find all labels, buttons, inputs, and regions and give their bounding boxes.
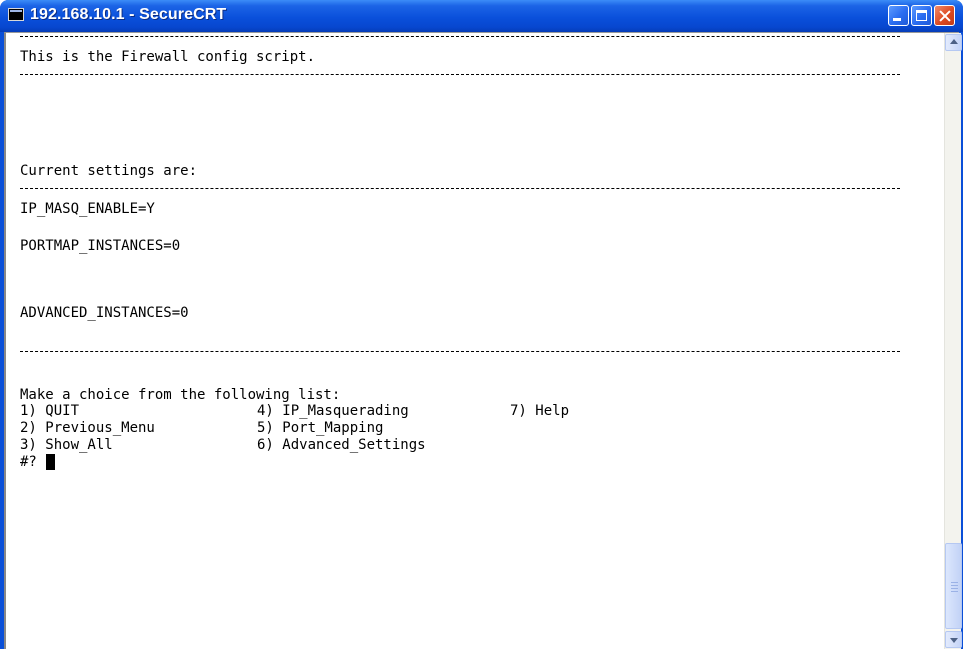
- vertical-scrollbar[interactable]: [944, 33, 962, 649]
- setting-advanced-instances: ADVANCED_INSTANCES=0: [20, 305, 189, 321]
- menu-prompt: Make a choice from the following list:: [20, 387, 341, 403]
- setting-portmap-instances: PORTMAP_INSTANCES=0: [20, 238, 181, 254]
- title-bar[interactable]: 192.168.10.1 - SecureCRT: [0, 0, 963, 32]
- menu-option-show-all: 3) Show_All: [20, 437, 113, 453]
- text-cursor: [46, 454, 55, 470]
- input-prompt: #?: [20, 454, 37, 470]
- menu-option-port-mapping: 5) Port_Mapping: [257, 420, 384, 436]
- scroll-thumb[interactable]: [945, 543, 962, 629]
- scroll-down-button[interactable]: [945, 631, 962, 648]
- client-area: This is the Firewall config script. Curr…: [4, 32, 962, 649]
- scroll-up-button[interactable]: [945, 34, 962, 51]
- securecrt-window: 192.168.10.1 - SecureCRT This is the Fir…: [0, 0, 963, 649]
- script-header-text: This is the Firewall config script.: [20, 49, 316, 65]
- setting-ip-masq-enable: IP_MASQ_ENABLE=Y: [20, 201, 155, 217]
- menu-option-ip-masquerading: 4) IP_Masquerading: [257, 403, 409, 419]
- maximize-button[interactable]: [911, 5, 932, 26]
- terminal-output[interactable]: This is the Firewall config script. Curr…: [6, 33, 944, 649]
- menu-option-advanced-settings: 6) Advanced_Settings: [257, 437, 426, 453]
- scroll-down-arrow-icon: [950, 638, 958, 643]
- terminal-app-icon[interactable]: [8, 8, 24, 21]
- dashed-separator: [20, 351, 900, 352]
- close-button[interactable]: [934, 5, 955, 26]
- dashed-separator: [20, 74, 900, 75]
- dashed-separator: [20, 188, 900, 189]
- menu-option-quit: 1) QUIT: [20, 403, 80, 419]
- minimize-button[interactable]: [888, 5, 909, 26]
- window-title: 192.168.10.1 - SecureCRT: [30, 6, 227, 23]
- menu-option-previous-menu: 2) Previous_Menu: [20, 420, 155, 436]
- menu-option-help: 7) Help: [510, 403, 570, 419]
- scroll-up-arrow-icon: [950, 39, 958, 44]
- dashed-separator: [20, 36, 900, 37]
- settings-heading: Current settings are:: [20, 163, 198, 179]
- grip-icon: [951, 582, 958, 583]
